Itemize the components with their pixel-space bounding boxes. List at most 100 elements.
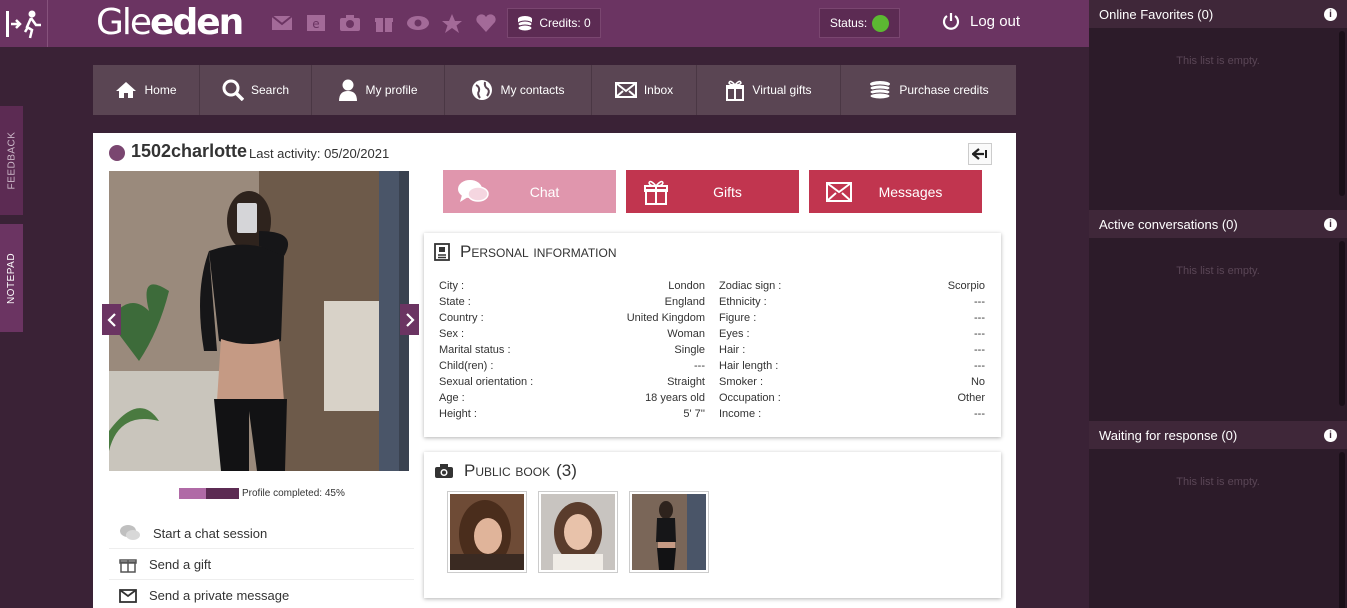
chevron-left-icon <box>106 312 116 327</box>
nav-inbox[interactable]: Inbox <box>592 65 697 115</box>
gifts-button-label: Gifts <box>713 183 742 200</box>
exit-icon[interactable] <box>0 0 48 47</box>
scrollbar[interactable] <box>1339 31 1345 196</box>
info-row: Child(ren) : --- <box>439 358 705 374</box>
photo-prev-button[interactable] <box>102 304 121 335</box>
credits-label: Credits: 0 <box>539 16 591 30</box>
nav-my-contacts[interactable]: My contacts <box>445 65 592 115</box>
public-photo-thumbnail[interactable] <box>447 491 527 573</box>
info-label: Hair length : <box>719 360 779 372</box>
info-row: Ethnicity : --- <box>719 294 985 310</box>
logo[interactable]: Gleeden <box>96 2 244 43</box>
info-value: No <box>970 376 985 388</box>
public-photo-thumbnail[interactable] <box>629 491 709 573</box>
id-card-icon <box>434 243 450 261</box>
active-conversations-section: Active conversations (0) i This list is … <box>1089 210 1347 408</box>
info-label: Figure : <box>719 312 757 324</box>
top-bar: Gleeden e Credits: 0 Status: Log out <box>0 0 1089 47</box>
send-gift-link[interactable]: Send a gift <box>109 549 414 580</box>
info-value: Woman <box>667 328 705 340</box>
envelope-icon[interactable] <box>270 12 294 34</box>
back-button[interactable] <box>968 143 992 165</box>
empty-list-message: This list is empty. <box>1176 476 1260 488</box>
nav-search-label: Search <box>250 83 290 97</box>
info-value: England <box>664 296 705 308</box>
power-icon <box>942 13 960 30</box>
personal-info-left-column: City : London State : England Country : Unite… <box>439 278 705 422</box>
active-conversations-list: This list is empty. <box>1089 238 1347 408</box>
info-icon[interactable]: i <box>1324 7 1337 21</box>
info-value: Straight <box>667 376 705 388</box>
info-label: Sexual orientation : <box>439 376 534 388</box>
side-actions: Start a chat session Send a gift Send a … <box>109 518 414 608</box>
feedback-tab[interactable]: FEEDBACK <box>0 106 23 215</box>
chat-button[interactable]: Chat <box>443 170 616 213</box>
start-chat-link[interactable]: Start a chat session <box>109 518 414 549</box>
personal-info-title: Personal information <box>460 242 617 261</box>
waiting-for-response-title: Waiting for response (0) <box>1099 427 1238 443</box>
online-favorites-title: Online Favorites (0) <box>1099 6 1214 22</box>
waiting-for-response-header[interactable]: Waiting for response (0) i <box>1089 421 1347 449</box>
info-icon[interactable]: i <box>1324 217 1337 231</box>
right-sidebar: Online Favorites (0) i This list is empt… <box>1089 0 1347 608</box>
scrollbar[interactable] <box>1339 452 1345 608</box>
nav-home[interactable]: Home <box>93 65 200 115</box>
messages-button[interactable]: Messages <box>809 170 982 213</box>
eye-icon[interactable] <box>406 12 430 34</box>
nav-my-contacts-label: My contacts <box>500 83 565 97</box>
status-toggle[interactable]: Status: <box>819 8 900 38</box>
info-label: City : <box>439 280 465 292</box>
feedback-label: FEEDBACK <box>6 131 17 190</box>
nav-home-label: Home <box>144 83 177 97</box>
gifts-button[interactable]: Gifts <box>626 170 799 213</box>
personal-info-heading: Personal information <box>434 242 617 262</box>
search-icon <box>222 79 244 101</box>
scrollbar[interactable] <box>1339 241 1345 406</box>
info-label: Marital status : <box>439 344 511 356</box>
profile-photo[interactable] <box>109 171 409 471</box>
credits-badge[interactable]: Credits: 0 <box>507 8 601 38</box>
send-private-message-link[interactable]: Send a private message <box>109 580 414 608</box>
public-photo-thumbnail[interactable] <box>538 491 618 573</box>
info-value: --- <box>974 328 985 340</box>
logout-button[interactable]: Log out <box>942 12 1020 30</box>
info-label: State : <box>439 296 471 308</box>
chat-button-label: Chat <box>529 183 560 200</box>
notepad-tab[interactable]: NOTEPAD <box>0 224 23 332</box>
info-label: Eyes : <box>719 328 750 340</box>
info-value: --- <box>974 360 985 372</box>
user-icon <box>339 79 358 101</box>
nav-virtual-gifts[interactable]: Virtual gifts <box>697 65 841 115</box>
heart-icon[interactable] <box>474 12 498 34</box>
nav-search[interactable]: Search <box>200 65 312 115</box>
info-label: Age : <box>439 392 465 404</box>
nav-purchase-credits[interactable]: Purchase credits <box>841 65 1016 115</box>
photo-next-button[interactable] <box>400 304 419 335</box>
info-value: --- <box>694 360 705 372</box>
logout-label: Log out <box>970 12 1021 30</box>
gift-icon <box>726 80 745 101</box>
info-row: Country : United Kingdom <box>439 310 705 326</box>
info-value: Other <box>957 392 985 404</box>
info-label: Smoker : <box>719 376 764 388</box>
info-label: Height : <box>439 408 477 420</box>
profile-progress-fill <box>179 488 206 499</box>
info-row: Hair length : --- <box>719 358 985 374</box>
e-icon[interactable]: e <box>304 12 328 34</box>
info-value: Scorpio <box>947 280 985 292</box>
camera-icon[interactable] <box>338 12 362 34</box>
gift-icon[interactable] <box>372 12 396 34</box>
top-icons: e <box>270 12 498 34</box>
info-row: Smoker : No <box>719 374 985 390</box>
online-favorites-section: Online Favorites (0) i This list is empt… <box>1089 0 1347 198</box>
gift-icon <box>644 180 668 205</box>
notepad-label: NOTEPAD <box>6 252 18 304</box>
personal-info-card: Personal information City : London State :… <box>424 233 1001 437</box>
profile-progress-label: Profile completed: 45% <box>242 488 345 499</box>
nav-my-profile[interactable]: My profile <box>312 65 445 115</box>
star-icon[interactable] <box>440 12 464 34</box>
active-conversations-header[interactable]: Active conversations (0) i <box>1089 210 1347 238</box>
info-icon[interactable]: i <box>1324 428 1337 442</box>
info-value: Single <box>674 344 705 356</box>
online-favorites-header[interactable]: Online Favorites (0) i <box>1089 0 1347 28</box>
